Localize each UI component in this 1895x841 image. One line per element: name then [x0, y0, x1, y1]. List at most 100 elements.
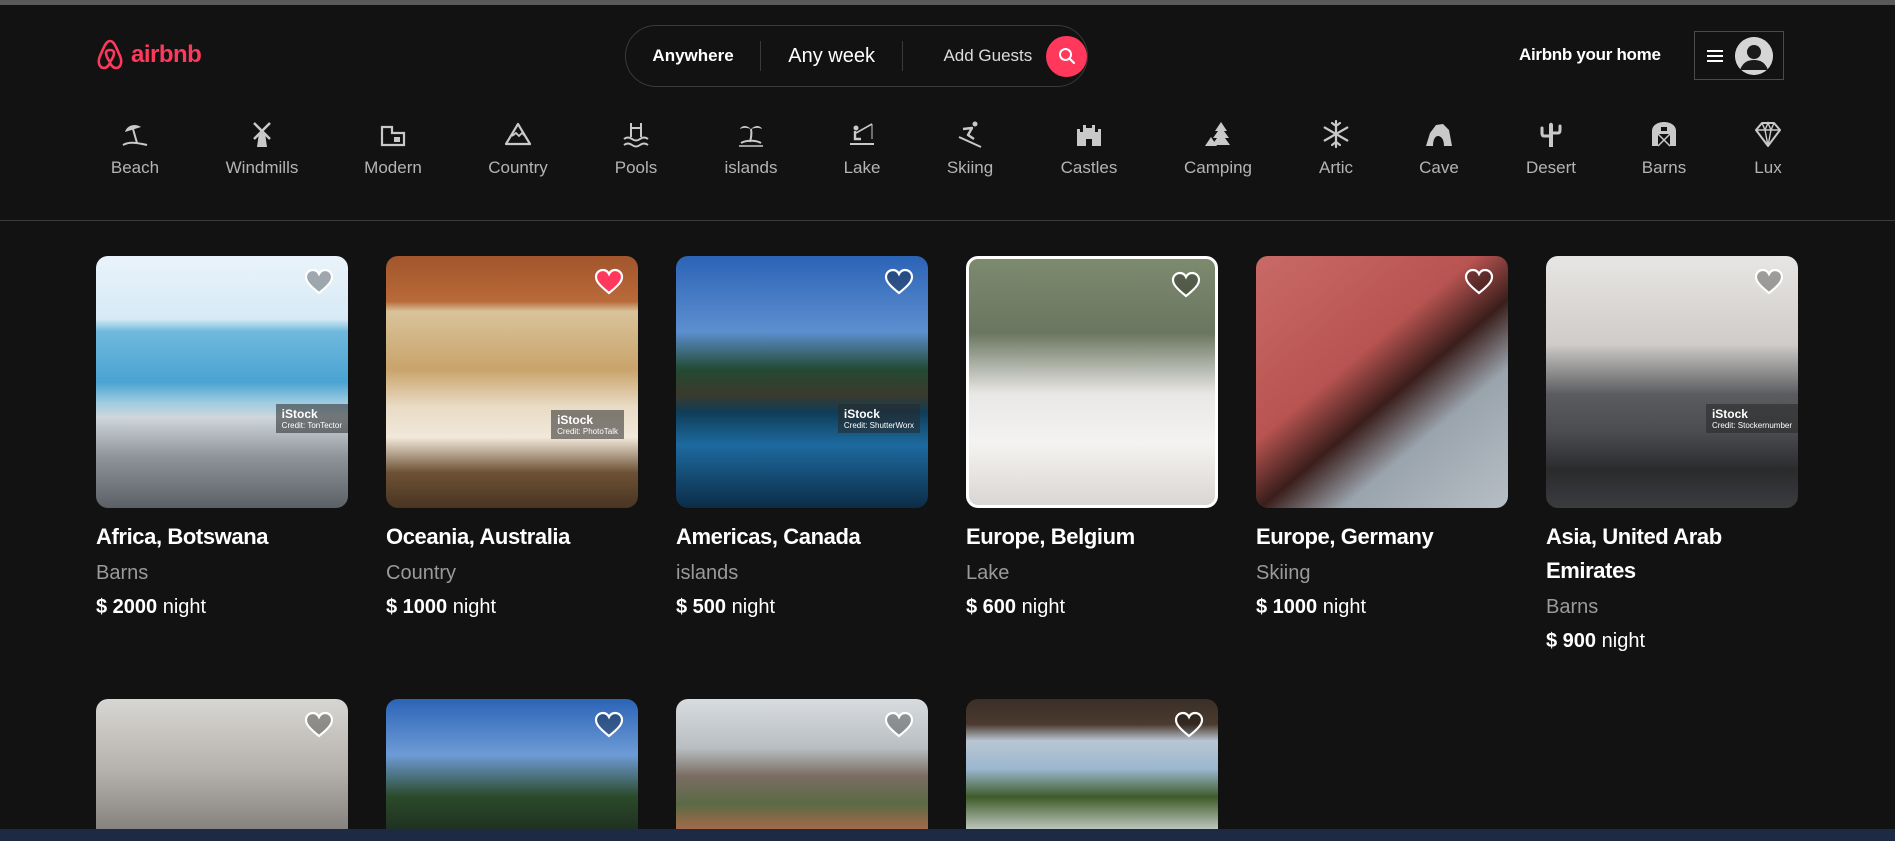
fishing-lake-icon [846, 118, 878, 150]
category-windmills[interactable]: Windmills [212, 118, 312, 178]
search-bar[interactable]: Anywhere Any week Add Guests [625, 25, 1088, 87]
listing-card[interactable]: iStock Credit: TonTector Africa, Botswan… [96, 256, 348, 622]
listing-title[interactable]: Europe, Belgium [966, 520, 1218, 554]
listing-photo[interactable]: iStock Credit: TonTector [96, 256, 348, 508]
heart-icon[interactable] [594, 711, 624, 739]
listing-photo[interactable] [676, 699, 928, 839]
price-unit: night [162, 596, 207, 618]
watermark: iStock Credit: TonTector [275, 404, 348, 433]
tent-tree-icon [1202, 118, 1234, 150]
category-beach[interactable]: Beach [85, 118, 185, 178]
price-amount: $ 2000 [96, 596, 158, 618]
listing-photo[interactable] [386, 699, 638, 839]
modern-building-icon [377, 118, 409, 150]
watermark: iStock Credit: ShutterWorx [837, 404, 920, 433]
listing-category: islands [676, 562, 739, 584]
window-top-border [0, 0, 1895, 5]
category-modern[interactable]: Modern [343, 118, 443, 178]
listing-price: $ 2000 night [96, 592, 348, 622]
heart-icon[interactable] [1171, 271, 1201, 299]
category-country[interactable]: Country [468, 118, 568, 178]
listing-price: $ 1000 night [1256, 592, 1508, 622]
listing-photo[interactable]: iStock Credit: Stockernumber [1546, 256, 1798, 508]
price-amount: $ 600 [966, 596, 1017, 618]
watermark-brand: iStock [557, 413, 594, 427]
airbnb-wordmark: airbnb [131, 40, 202, 68]
search-icon [1058, 48, 1075, 64]
category-label: Castles [1060, 158, 1118, 177]
listing-title[interactable]: Americas, Canada [676, 520, 928, 554]
search-anywhere[interactable]: Anywhere [626, 46, 760, 66]
airbnb-your-home-link[interactable]: Airbnb your home [1519, 45, 1661, 65]
category-desert[interactable]: Desert [1501, 118, 1601, 178]
price-unit: night [1601, 630, 1645, 652]
cave-icon [1423, 118, 1455, 150]
user-menu-button[interactable] [1694, 31, 1784, 80]
listing-card[interactable]: Europe, Belgium Lake $ 600 night [966, 256, 1218, 622]
listing-card[interactable]: iStock Credit: ShutterWorx Americas, Can… [676, 256, 928, 622]
category-barns[interactable]: Barns [1614, 118, 1714, 178]
listing-photo[interactable] [966, 699, 1218, 839]
category-label: Beach [110, 158, 160, 177]
listing-title[interactable]: Africa, Botswana [96, 520, 348, 554]
listing-photo[interactable] [966, 256, 1218, 508]
watermark-brand: iStock [843, 407, 880, 421]
listing-title[interactable]: Europe, Germany [1256, 520, 1508, 554]
listing-price: $ 1000 night [386, 592, 638, 622]
category-label: Country [488, 158, 548, 177]
airbnb-logo-icon [97, 39, 123, 70]
listing-card[interactable] [676, 699, 928, 839]
airbnb-logo[interactable]: airbnb [95, 38, 202, 71]
heart-icon[interactable] [884, 711, 914, 739]
listing-price: $ 900 night [1546, 626, 1798, 656]
category-islands[interactable]: islands [701, 118, 801, 178]
listing-category: Skiing [1256, 562, 1311, 584]
listing-title[interactable]: Asia, United Arab Emirates [1546, 520, 1798, 588]
category-label: Cave [1419, 158, 1459, 177]
listing-card[interactable]: iStock Credit: PhotoTalk Oceania, Austra… [386, 256, 638, 622]
watermark: iStock Credit: Stockernumber [1705, 404, 1798, 433]
search-button[interactable] [1046, 35, 1088, 77]
heart-icon[interactable] [1464, 268, 1494, 296]
listing-photo[interactable]: iStock Credit: PhotoTalk [386, 256, 638, 508]
price-unit: night [1021, 596, 1065, 618]
listing-card[interactable] [386, 699, 638, 839]
heart-icon-favorited[interactable] [594, 268, 624, 296]
listing-card[interactable]: Europe, Germany Skiing $ 1000 night [1256, 256, 1508, 622]
category-lake[interactable]: Lake [812, 118, 912, 178]
listing-photo[interactable] [1256, 256, 1508, 508]
price-unit: night [452, 596, 497, 618]
search-add-guests[interactable]: Add Guests [903, 46, 1034, 66]
snowflake-icon [1320, 118, 1352, 150]
mountain-icon [502, 118, 534, 150]
category-artic[interactable]: Artic [1286, 118, 1386, 178]
category-label: Pools [614, 158, 658, 177]
heart-icon[interactable] [304, 711, 334, 739]
listing-photo[interactable]: iStock Credit: ShutterWorx [676, 256, 928, 508]
heart-icon[interactable] [304, 268, 334, 296]
heart-icon[interactable] [1754, 268, 1784, 296]
listing-card[interactable] [966, 699, 1218, 839]
category-pools[interactable]: Pools [586, 118, 686, 178]
watermark-credit: Credit: ShutterWorx [843, 421, 914, 430]
category-skiing[interactable]: Skiing [920, 118, 1020, 178]
heart-icon[interactable] [884, 268, 914, 296]
listing-title[interactable]: Oceania, Australia [386, 520, 638, 554]
category-label: Skiing [946, 158, 994, 177]
price-amount: $ 1000 [386, 596, 448, 618]
listing-card[interactable]: iStock Credit: Stockernumber Asia, Unite… [1546, 256, 1798, 656]
category-label: islands [724, 158, 778, 177]
heart-icon[interactable] [1174, 711, 1204, 739]
category-cave[interactable]: Cave [1389, 118, 1489, 178]
category-castles[interactable]: Castles [1039, 118, 1139, 178]
search-any-week[interactable]: Any week [761, 45, 902, 68]
hamburger-icon [1707, 49, 1723, 62]
listing-photo[interactable] [96, 699, 348, 839]
listing-card[interactable] [96, 699, 348, 839]
watermark: iStock Credit: PhotoTalk [551, 410, 624, 439]
price-amount: $ 500 [676, 596, 727, 618]
category-label: Barns [1641, 158, 1687, 177]
listing-category: Country [386, 562, 457, 584]
category-lux[interactable]: Lux [1718, 118, 1818, 178]
category-camping[interactable]: Camping [1168, 118, 1268, 178]
